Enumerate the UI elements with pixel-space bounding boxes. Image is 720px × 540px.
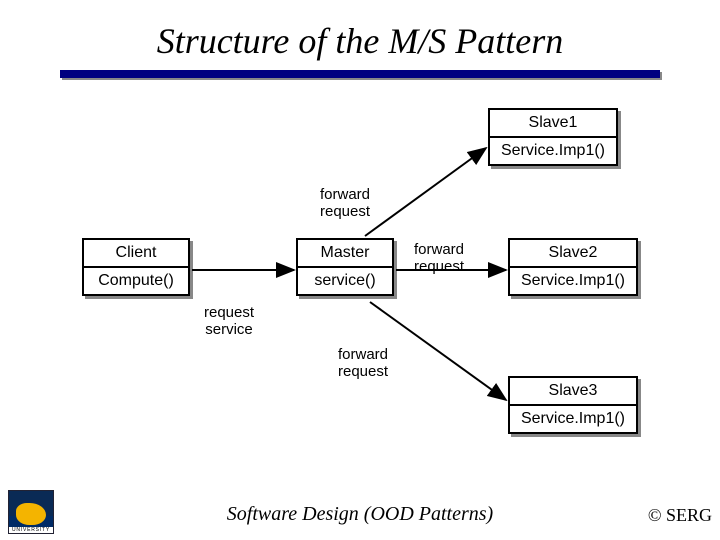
footer-caption: Software Design (OOD Patterns) — [0, 503, 720, 526]
slide-title: Structure of the M/S Pattern — [0, 0, 720, 70]
logo-dragon-icon — [16, 503, 46, 525]
diagram-arrows — [0, 78, 720, 478]
slide-title-underline — [60, 70, 660, 78]
diagram-area: Slave1 Service.Imp1() Slave2 Service.Imp… — [0, 78, 720, 478]
logo-drexel: UNIVERSITY — [8, 490, 54, 534]
footer-copyright: © SERG — [648, 505, 712, 526]
logo-university-text: UNIVERSITY — [9, 527, 53, 533]
